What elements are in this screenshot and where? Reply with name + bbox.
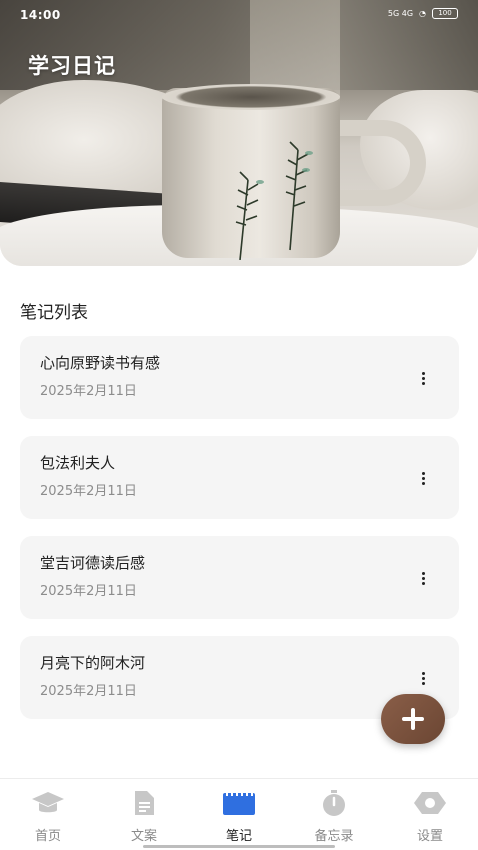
status-time: 14:00	[20, 8, 61, 22]
tab-label: 设置	[416, 829, 443, 844]
tab-home[interactable]: 首页	[8, 789, 88, 849]
home-indicator	[143, 845, 335, 848]
note-title: 包法利夫人	[40, 454, 116, 472]
note-card[interactable]: 包法利夫人 2025年2月11日	[20, 436, 459, 519]
tab-notes[interactable]: 笔记	[199, 789, 279, 849]
tab-label: 备忘录	[314, 829, 354, 844]
plus-icon	[402, 708, 424, 730]
tab-copywriting[interactable]: 文案	[104, 789, 184, 849]
more-options-icon[interactable]	[415, 570, 431, 586]
note-card[interactable]: 心向原野读书有感 2025年2月11日	[20, 336, 459, 419]
settings-icon	[414, 792, 446, 814]
tab-label: 笔记	[225, 829, 252, 844]
battery-icon: 100	[432, 8, 458, 19]
more-options-icon[interactable]	[415, 670, 431, 686]
note-title: 堂吉诃德读后感	[40, 554, 146, 572]
note-date: 2025年2月11日	[40, 484, 137, 499]
tab-label: 首页	[34, 829, 61, 844]
note-date: 2025年2月11日	[40, 384, 137, 399]
document-icon	[135, 791, 154, 815]
note-date: 2025年2月11日	[40, 684, 137, 699]
note-title: 心向原野读书有感	[40, 354, 161, 372]
wifi-icon: ◔	[419, 9, 426, 18]
page-title: 学习日记	[28, 54, 116, 78]
graduation-cap-icon	[32, 792, 64, 813]
status-bar: 14:00 5G 4G ◔ 100	[0, 0, 478, 30]
bottom-tab-bar: 首页 文案 笔记 备忘录 设置	[0, 778, 478, 850]
more-options-icon[interactable]	[415, 370, 431, 386]
more-options-icon[interactable]	[415, 470, 431, 486]
stopwatch-icon	[323, 790, 345, 816]
note-card[interactable]: 堂吉诃德读后感 2025年2月11日	[20, 536, 459, 619]
network-icon: 5G 4G	[387, 9, 414, 18]
tab-label: 文案	[130, 829, 157, 844]
note-date: 2025年2月11日	[40, 584, 137, 599]
section-title: 笔记列表	[20, 303, 88, 323]
header-banner-image	[0, 0, 478, 266]
notebook-icon	[223, 790, 255, 815]
note-title: 月亮下的阿木河	[40, 654, 146, 672]
tab-memo[interactable]: 备忘录	[294, 789, 374, 849]
tab-settings[interactable]: 设置	[390, 789, 470, 849]
add-note-button[interactable]	[381, 694, 445, 744]
